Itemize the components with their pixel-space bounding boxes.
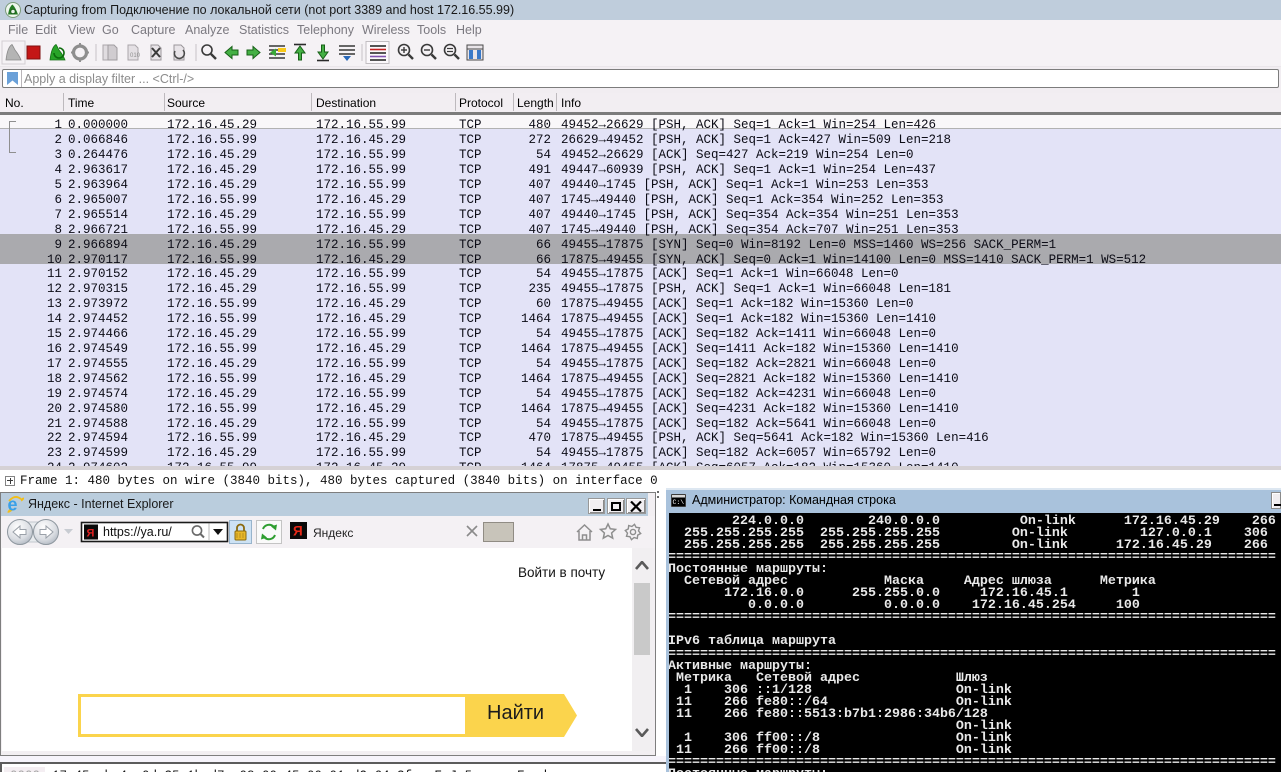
svg-text:C:\: C:\ — [673, 499, 685, 506]
svg-text:Я: Я — [87, 528, 95, 540]
svg-text:Я: Я — [293, 524, 303, 539]
svg-text:010: 010 — [130, 53, 141, 59]
